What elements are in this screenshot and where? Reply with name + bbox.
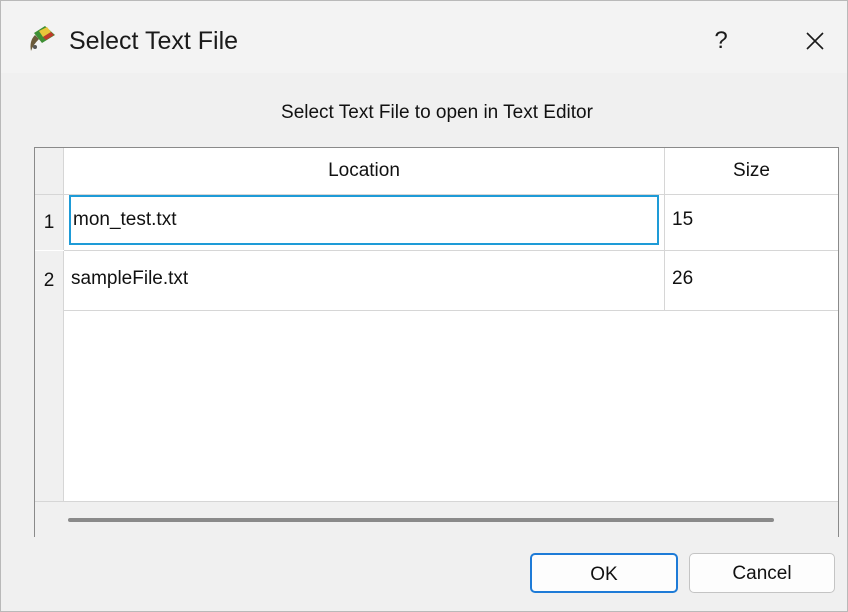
cancel-button[interactable]: Cancel: [689, 553, 835, 593]
help-button[interactable]: ?: [697, 17, 745, 65]
row-header-2[interactable]: 2: [35, 251, 64, 311]
table-corner: [35, 148, 64, 195]
dialog-caption: Select Text File to open in Text Editor: [281, 102, 593, 123]
ok-button[interactable]: OK: [530, 553, 678, 593]
column-header-location[interactable]: Location: [64, 148, 665, 195]
select-text-file-dialog: Select Text File ? Select Text File to o…: [0, 0, 848, 612]
close-icon: [806, 32, 824, 50]
table-cell-size[interactable]: 26: [665, 251, 838, 311]
column-header-size[interactable]: Size: [665, 148, 838, 195]
title-bar[interactable]: Select Text File ?: [1, 1, 847, 73]
row-header-empty: [35, 311, 64, 501]
scrollbar-thumb[interactable]: [68, 518, 774, 522]
horizontal-scrollbar[interactable]: [35, 501, 838, 537]
close-button[interactable]: [787, 17, 843, 65]
dialog-title: Select Text File: [69, 27, 239, 55]
paint-brush-icon: [25, 23, 59, 57]
location-edit-field[interactable]: [69, 195, 659, 245]
table-cell-location[interactable]: sampleFile.txt: [64, 251, 665, 311]
row-header-1[interactable]: 1: [35, 195, 64, 250]
table-cell-size[interactable]: 15: [665, 195, 838, 251]
file-table[interactable]: Location Size 1 15 2 sampleFile.txt 26: [34, 147, 839, 537]
